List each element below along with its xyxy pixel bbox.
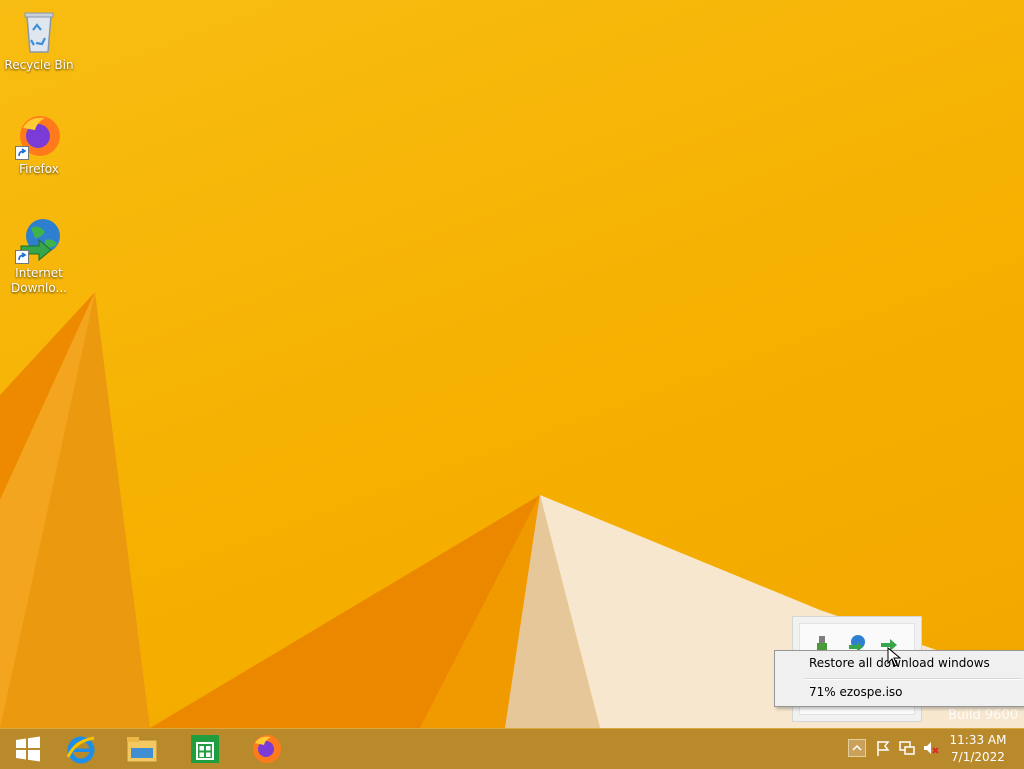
file-explorer-icon: [126, 737, 158, 763]
volume-muted-icon: [924, 742, 939, 754]
shortcut-arrow-icon: [15, 250, 29, 264]
system-clock[interactable]: 11:33 AM 7/1/2022: [944, 732, 1012, 766]
start-button[interactable]: [0, 729, 56, 769]
desktop: Recycle Bin Firefox Internet Downlo... B…: [0, 0, 1024, 728]
windows-store-icon: [191, 735, 219, 763]
mouse-pointer-icon: [887, 647, 901, 667]
action-center-flag-icon: [877, 741, 890, 756]
shortcut-arrow-icon: [15, 146, 29, 160]
recycle-bin-icon: [15, 8, 63, 56]
desktop-icon-label: Recycle Bin: [4, 58, 74, 72]
taskbar-windows-store[interactable]: [177, 729, 233, 769]
menu-separator: [805, 678, 1022, 680]
internet-explorer-icon: [66, 736, 95, 764]
taskbar: 11:33 AM 7/1/2022: [0, 728, 1024, 769]
firefox-icon: [15, 112, 63, 160]
volume-button[interactable]: [922, 739, 940, 757]
show-hidden-icons-button[interactable]: [848, 739, 866, 757]
build-watermark: Build 9600: [948, 708, 1018, 723]
desktop-icon-label: Firefox: [19, 162, 59, 176]
internet-download-manager-icon: [15, 216, 63, 264]
network-button[interactable]: [898, 739, 916, 757]
desktop-icon-internet-download-manager[interactable]: Internet Downlo...: [3, 216, 75, 296]
firefox-icon: [253, 735, 281, 763]
taskbar-internet-explorer[interactable]: [53, 729, 109, 769]
windows-start-icon: [16, 736, 40, 762]
desktop-icon-label: Internet Downlo...: [11, 266, 67, 295]
action-center-button[interactable]: [874, 739, 892, 757]
show-hidden-icons-icon: [852, 744, 862, 751]
taskbar-firefox[interactable]: [239, 729, 295, 769]
taskbar-file-explorer[interactable]: [114, 729, 170, 769]
clock-date: 7/1/2022: [951, 750, 1005, 764]
clock-time: 11:33 AM: [949, 733, 1007, 747]
desktop-icon-firefox[interactable]: Firefox: [3, 112, 75, 177]
network-icon: [899, 741, 915, 755]
menu-item-download-progress[interactable]: 71% ezospe.iso: [809, 682, 903, 702]
desktop-icon-recycle-bin[interactable]: Recycle Bin: [3, 8, 75, 73]
